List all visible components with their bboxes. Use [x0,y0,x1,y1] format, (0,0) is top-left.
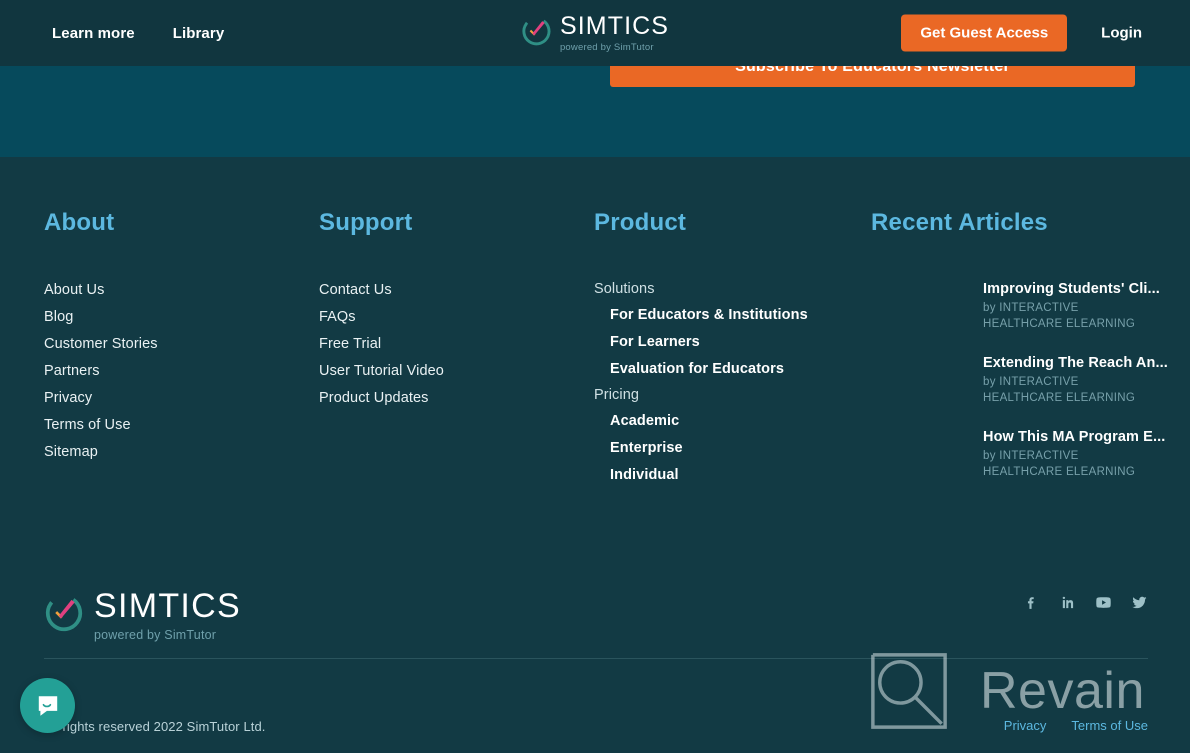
list-item: Sitemap [44,443,275,461]
recent-article-item: Improving Students' Cli... by INTERACTIV… [871,281,1160,332]
footer-link-blog[interactable]: Blog [44,309,73,325]
footer-link-academic[interactable]: Academic [610,413,679,429]
list-item: Free Trial [319,335,550,353]
footer-legal-links: Privacy Terms of Use [1004,718,1148,733]
chat-launcher-button[interactable] [20,678,75,733]
footer-column-product: Product Solutions For Educators & Instit… [550,209,827,503]
login-link[interactable]: Login [1091,25,1152,42]
recent-article-byline: by INTERACTIVE HEALTHCARE ELEARNING [983,450,1136,478]
recent-article-byline: by INTERACTIVE HEALTHCARE ELEARNING [983,376,1136,404]
recent-article-title[interactable]: Extending The Reach An... [983,355,1168,371]
footer-heading-recent-articles: Recent Articles [871,209,1048,236]
logo-tagline: powered by SimTutor [559,41,654,53]
footer-link-individual[interactable]: Individual [610,467,679,483]
nav-link-library[interactable]: Library [173,25,225,42]
primary-nav: Learn more Library [52,25,224,42]
footer-link-user-tutorial-video[interactable]: User Tutorial Video [319,363,444,379]
footer-link-about-us[interactable]: About Us [44,282,104,298]
page-root: Subscribe To Educators Newsletter Learn … [0,0,1190,753]
footer-link-evaluation-for-educators[interactable]: Evaluation for Educators [610,361,784,377]
chat-bubble-icon [38,695,57,716]
list-item: Contact Us [319,281,550,299]
footer-group-solutions[interactable]: Solutions [594,281,827,297]
footer-link-privacy[interactable]: Privacy [44,390,92,406]
footer-column-support: Support Contact Us FAQs Free Trial User … [275,209,550,503]
get-guest-access-button[interactable]: Get Guest Access [901,14,1068,52]
recent-article-item: Extending The Reach An... by INTERACTIVE… [871,355,1168,406]
list-item: User Tutorial Video [319,362,550,380]
footer-heading-support: Support [319,209,413,236]
youtube-icon[interactable] [1095,594,1112,611]
legal-link-terms-of-use[interactable]: Terms of Use [1071,718,1148,733]
footer-link-faqs[interactable]: FAQs [319,309,356,325]
footer-logo-wordmark: SIMTICS [94,587,241,625]
footer-group-pricing[interactable]: Pricing [594,387,827,403]
recent-article-title[interactable]: Improving Students' Cli... [983,281,1160,297]
footer-link-partners[interactable]: Partners [44,363,100,379]
footer-heading-product: Product [594,209,687,236]
list-item: Enterprise [610,439,827,457]
simtics-check-circle-icon [45,594,83,632]
social-links [1023,594,1148,611]
linkedin-icon[interactable] [1059,594,1076,611]
list-item: Individual [610,466,827,484]
footer-link-enterprise[interactable]: Enterprise [610,440,683,456]
list-item: Customer Stories [44,335,275,353]
footer-link-contact-us[interactable]: Contact Us [319,282,392,298]
list-item: Blog [44,308,275,326]
footer-column-about: About About Us Blog Customer Stories Par… [0,209,275,503]
list-item: Product Updates [319,389,550,407]
footer-column-recent-articles: Recent Articles Improving Students' Cli.… [827,209,1168,503]
list-item: FAQs [319,308,550,326]
footer-link-terms-of-use[interactable]: Terms of Use [44,417,131,433]
footer-link-for-educators-institutions[interactable]: For Educators & Institutions [610,307,808,323]
facebook-icon[interactable] [1023,594,1040,611]
list-item: About Us [44,281,275,299]
copyright-text: All rights reserved 2022 SimTutor Ltd. [44,719,266,734]
footer-logo[interactable]: SIMTICS powered by SimTutor [44,589,241,642]
site-header: Learn more Library SIMTICS powered by Si… [0,0,1190,66]
recent-article-byline: by INTERACTIVE HEALTHCARE ELEARNING [983,302,1136,330]
footer-list-about: About Us Blog Customer Stories Partners … [44,281,275,461]
recent-article-item: How This MA Program E... by INTERACTIVE … [871,429,1165,480]
site-footer: About About Us Blog Customer Stories Par… [0,157,1190,753]
footer-heading-about: About [44,209,115,236]
footer-sublist-solutions: For Educators & Institutions For Learner… [594,306,827,378]
nav-link-learn-more[interactable]: Learn more [52,25,135,42]
list-item: Evaluation for Educators [610,360,827,378]
footer-columns: About About Us Blog Customer Stories Par… [0,209,1190,503]
footer-link-product-updates[interactable]: Product Updates [319,390,429,406]
footer-sublist-pricing: Academic Enterprise Individual [594,412,827,484]
list-item: Terms of Use [44,416,275,434]
list-item: Partners [44,362,275,380]
footer-link-sitemap[interactable]: Sitemap [44,444,98,460]
footer-divider [44,658,1148,659]
footer-link-customer-stories[interactable]: Customer Stories [44,336,158,352]
header-logo[interactable]: SIMTICS powered by SimTutor [521,11,670,53]
twitter-icon[interactable] [1131,594,1148,611]
list-item: For Educators & Institutions [610,306,827,324]
simtics-check-circle-icon [522,17,551,46]
footer-link-free-trial[interactable]: Free Trial [319,336,381,352]
header-actions: Get Guest Access Login [901,14,1152,52]
list-item: For Learners [610,333,827,351]
list-item: Privacy [44,389,275,407]
list-item: Academic [610,412,827,430]
footer-list-support: Contact Us FAQs Free Trial User Tutorial… [319,281,550,407]
recent-article-title[interactable]: How This MA Program E... [983,429,1165,445]
legal-link-privacy[interactable]: Privacy [1004,718,1047,733]
footer-logo-tagline: powered by SimTutor [94,628,217,642]
footer-link-for-learners[interactable]: For Learners [610,334,700,350]
logo-wordmark: SIMTICS [559,11,670,40]
